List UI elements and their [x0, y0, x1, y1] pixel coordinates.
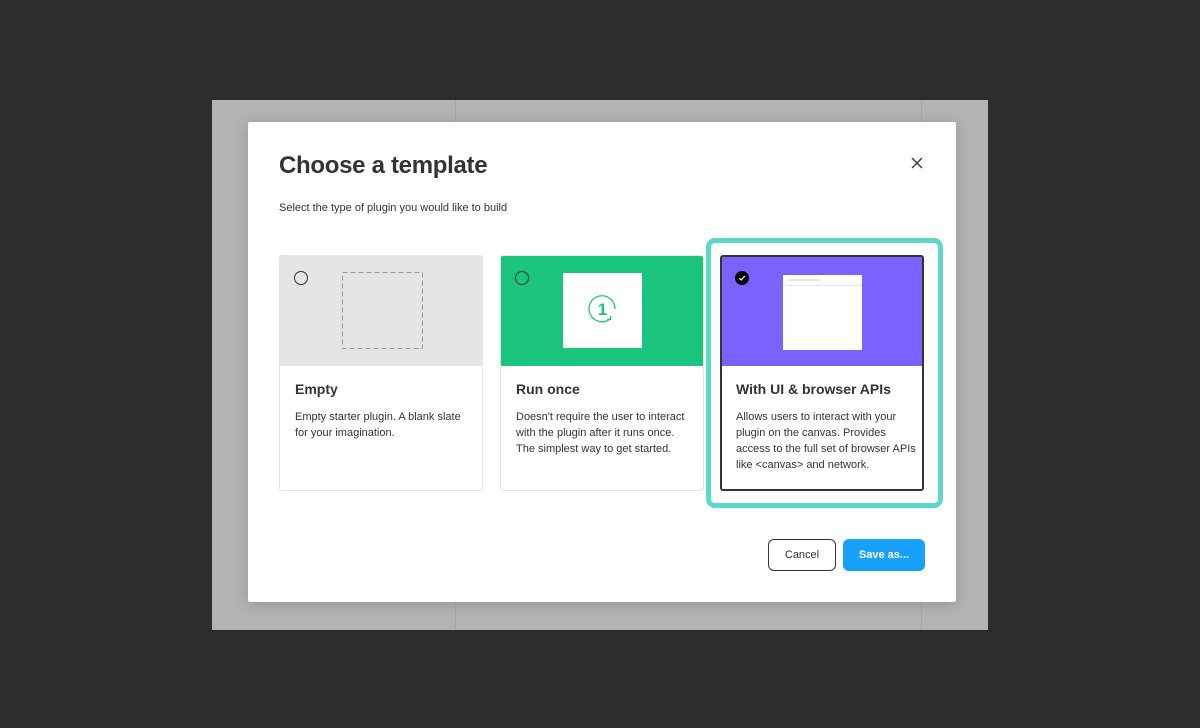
- template-card-with-ui[interactable]: With UI & browser APIs Allows users to i…: [720, 255, 924, 491]
- template-preview-with-ui: [722, 257, 922, 366]
- template-desc-empty: Empty starter plugin. A blank slate for …: [295, 411, 461, 439]
- template-preview-empty: [280, 256, 482, 366]
- run-once-window: 1: [563, 273, 642, 348]
- ui-window-titlebar: [783, 275, 862, 286]
- template-title-with-ui: With UI & browser APIs: [736, 381, 891, 397]
- cancel-button[interactable]: Cancel: [768, 539, 836, 571]
- template-desc-with-ui: Allows users to interact with your plugi…: [736, 411, 916, 471]
- close-button[interactable]: [904, 150, 930, 176]
- template-dialog: Choose a template Select the type of plu…: [248, 122, 956, 602]
- checkmark-icon: [738, 275, 746, 281]
- template-card-run-once[interactable]: 1 Run once Doesn't require the user to i…: [500, 255, 704, 491]
- close-icon: [911, 157, 923, 169]
- template-title-run-once: Run once: [516, 381, 580, 397]
- template-card-empty[interactable]: Empty Empty starter plugin. A blank slat…: [279, 255, 483, 491]
- run-once-icon: 1: [588, 295, 616, 323]
- template-radio-run-once[interactable]: [515, 271, 529, 285]
- save-as-button[interactable]: Save as...: [843, 539, 925, 571]
- template-radio-with-ui[interactable]: [735, 271, 749, 285]
- template-title-empty: Empty: [295, 381, 338, 397]
- ui-window-title-line: [789, 279, 819, 281]
- dialog-title: Choose a template: [279, 152, 488, 179]
- template-preview-run-once: 1: [501, 256, 703, 366]
- empty-frame-icon: [342, 272, 423, 349]
- ui-window: [783, 275, 862, 350]
- dialog-subtitle: Select the type of plugin you would like…: [279, 202, 508, 214]
- template-desc-run-once: Doesn't require the user to interact wit…: [516, 411, 685, 455]
- run-once-badge: 1: [598, 300, 607, 319]
- template-radio-empty[interactable]: [294, 271, 308, 285]
